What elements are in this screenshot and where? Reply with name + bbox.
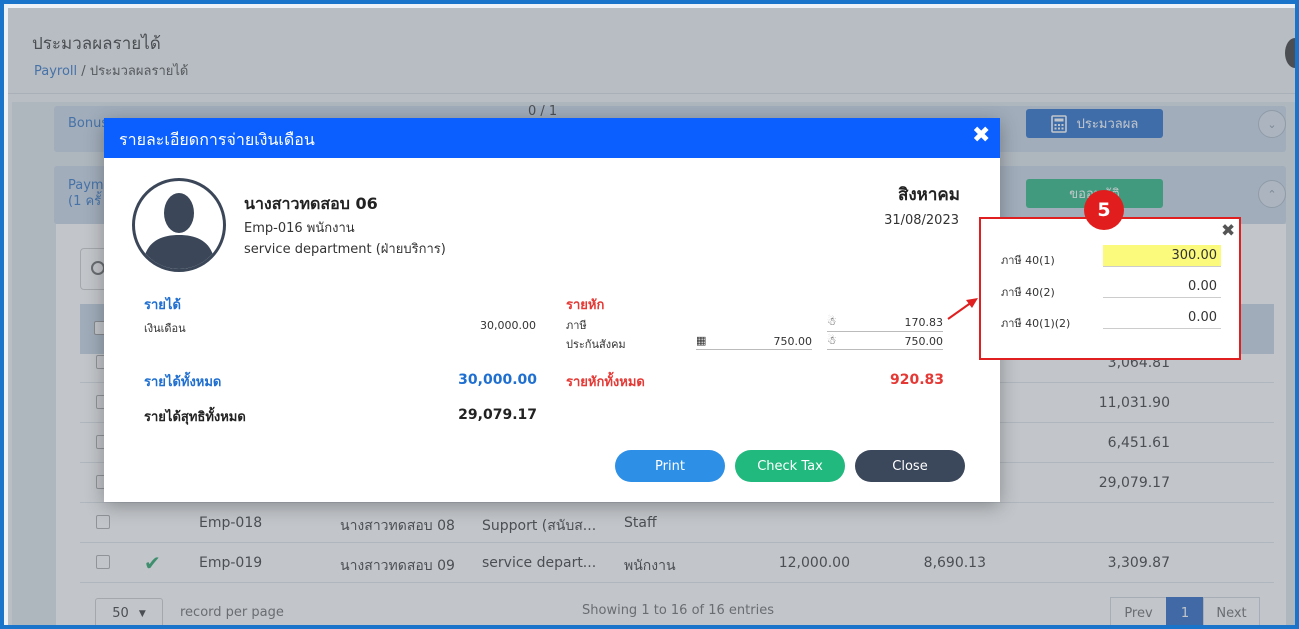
building-icon: ▦	[696, 334, 707, 347]
step-badge: 5	[1084, 190, 1124, 230]
modal-title: รายละเอียดการจ่ายเงินเดือน	[119, 130, 315, 149]
print-button[interactable]: Print	[615, 450, 725, 482]
deduct-heading: รายหัก	[566, 298, 605, 313]
net-income-value: 29,079.17	[458, 407, 537, 423]
check-tax-button[interactable]: Check Tax	[735, 450, 845, 482]
tax-value: 170.83	[904, 316, 944, 329]
pay-date: 31/08/2023	[884, 213, 959, 228]
tax-label: ภาษี	[566, 319, 587, 332]
pay-month: สิงหาคม	[897, 185, 960, 205]
tax-40-1-field[interactable]: 300.00	[1103, 245, 1221, 267]
tax-40-1-2-label: ภาษี 40(1)(2)	[1001, 317, 1071, 330]
tax-40-2-field[interactable]: 0.00	[1103, 276, 1221, 298]
tax-underline	[827, 331, 943, 332]
employee-department: service department (ฝ่ายบริการ)	[244, 242, 446, 257]
social-security-employer-value: 750.00	[773, 335, 813, 348]
net-income-label: รายได้สุทธิทั้งหมด	[144, 410, 246, 425]
social-security-value: 750.00	[904, 335, 944, 348]
tax-breakdown-popup: ✖ ภาษี 40(1) 300.00 ภาษี 40(2) 0.00 ภาษี…	[979, 217, 1241, 360]
employee-name: นางสาวทดสอบ 06	[244, 194, 378, 213]
income-heading: รายได้	[144, 298, 181, 313]
arrow-icon	[947, 298, 978, 320]
person-icon: ☃	[827, 334, 837, 347]
employee-id-position: Emp-016 พนักงาน	[244, 221, 355, 236]
payslip-modal: รายละเอียดการจ่ายเงินเดือน ✖ นางสาวทดสอบ…	[104, 118, 1000, 502]
total-income-label: รายได้ทั้งหมด	[144, 375, 222, 390]
app-frame: ประมวลผลรายได้ Payroll / ประมวลผลรายได้ …	[0, 0, 1299, 629]
close-button[interactable]: Close	[855, 450, 965, 482]
total-deduct-value: 920.83	[889, 372, 944, 388]
employee-avatar	[132, 178, 226, 272]
social-security-label: ประกันสังคม	[566, 338, 626, 351]
close-icon[interactable]: ✖	[972, 124, 990, 148]
tax-40-1-label: ภาษี 40(1)	[1001, 254, 1055, 267]
total-income-value: 30,000.00	[458, 372, 537, 388]
salary-value: 30,000.00	[480, 319, 536, 332]
tax-40-2-label: ภาษี 40(2)	[1001, 286, 1055, 299]
employer-underline	[696, 349, 812, 350]
modal-header: รายละเอียดการจ่ายเงินเดือน ✖	[104, 118, 1000, 158]
close-icon[interactable]: ✖	[1221, 221, 1235, 241]
social-security-underline	[827, 349, 943, 350]
total-deduct-label: รายหักทั้งหมด	[566, 375, 645, 390]
person-icon: ☃	[827, 315, 837, 328]
person-icon	[143, 193, 215, 269]
tax-40-1-2-field[interactable]: 0.00	[1103, 307, 1221, 329]
salary-label: เงินเดือน	[144, 322, 186, 335]
